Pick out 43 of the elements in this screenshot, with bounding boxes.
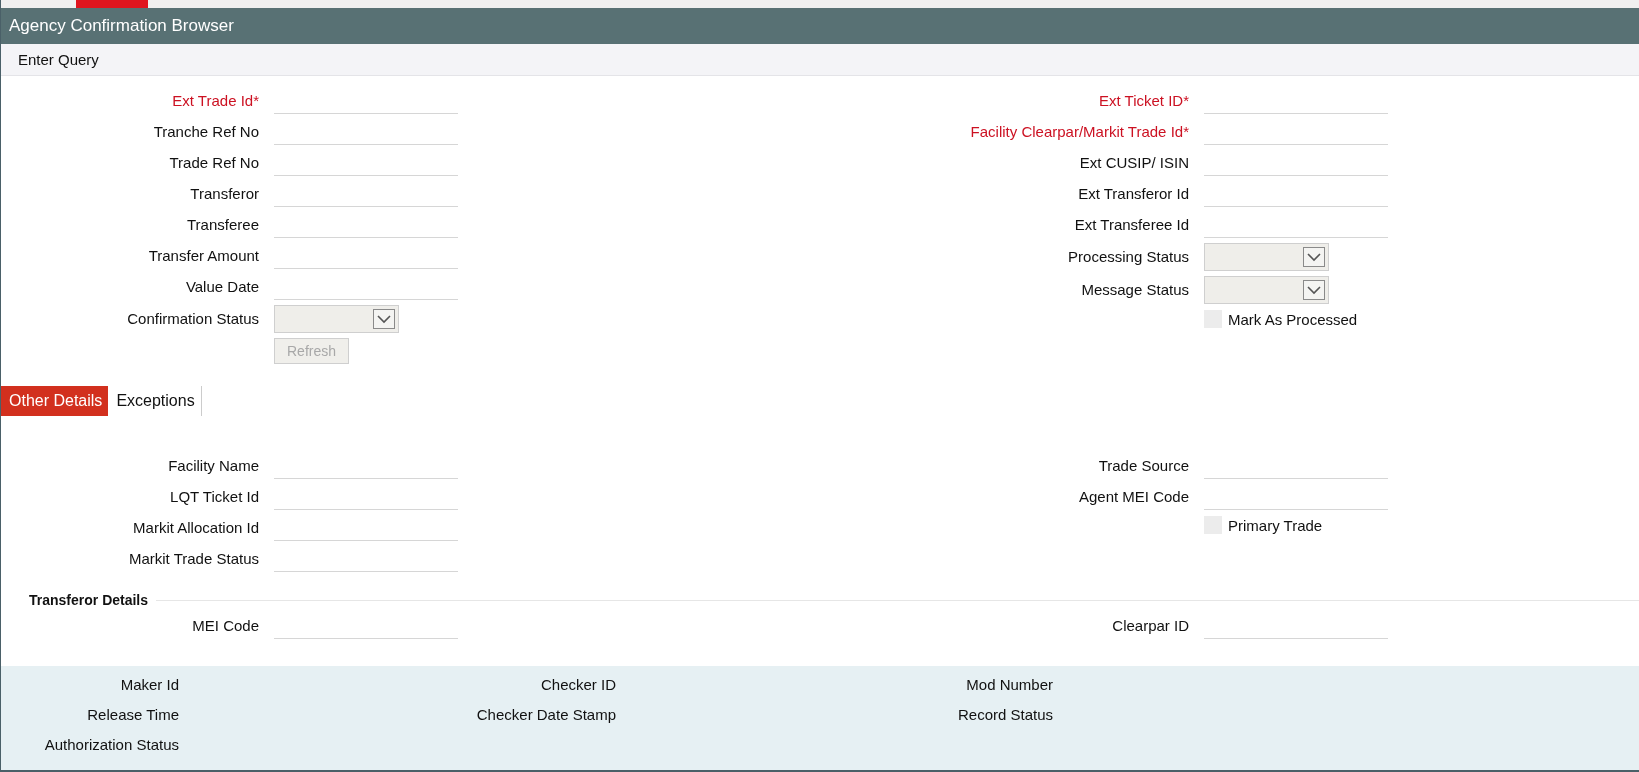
field-label: Value Date [184, 278, 259, 295]
chevron-down-icon [1303, 279, 1325, 300]
field-label: Tranche Ref No [152, 123, 259, 140]
tab[interactable]: Other Details [1, 386, 109, 416]
audit-label: Checker ID [540, 675, 616, 695]
section-title: Transferor Details [29, 592, 149, 608]
dropdown[interactable] [274, 304, 399, 333]
active-page-marker [76, 0, 148, 8]
field-label: Facility Name [167, 457, 259, 474]
field-label: Trade Source [1097, 457, 1189, 474]
chevron-down-icon [373, 308, 395, 329]
field-label: Markit Allocation Id [132, 519, 259, 536]
field-label: Transferee [186, 216, 259, 233]
dropdown[interactable] [1204, 275, 1329, 304]
audit-label: Checker Date Stamp [476, 705, 616, 725]
window-title: Agency Confirmation Browser [1, 8, 1639, 44]
field-label: Clearpar ID [1111, 617, 1189, 634]
field-label: LQT Ticket Id [169, 488, 259, 505]
field-label: Transfer Amount [147, 247, 259, 264]
field-label: Ext Transferee Id [1073, 216, 1189, 233]
field-label: Ext CUSIP/ ISIN [1078, 154, 1189, 171]
field-label: Ext Ticket ID* [1097, 92, 1189, 109]
audit-label: Mod Number [966, 675, 1053, 695]
audit-label: Maker Id [120, 675, 179, 695]
field-label: Ext Transferor Id [1077, 185, 1189, 202]
field-label: Facility Clearpar/Markit Trade Id* [969, 123, 1189, 140]
field-label: Ext Trade Id* [171, 92, 259, 109]
field-label: Trade Ref No [168, 154, 259, 171]
enter-query-label: Enter Query [18, 51, 99, 68]
field-label: Confirmation Status [126, 310, 259, 327]
field-label: Transferor [189, 185, 259, 202]
checkbox-label: Mark As Processed [1228, 310, 1358, 328]
audit-label: Authorization Status [44, 735, 179, 755]
checkbox-label: Primary Trade [1228, 516, 1323, 534]
field-label: Message Status [1080, 281, 1189, 298]
field-label: Markit Trade Status [127, 550, 259, 567]
field-label: Agent MEI Code [1077, 488, 1189, 505]
audit-label: Release Time [87, 705, 179, 725]
audit-label: Record Status [957, 705, 1053, 725]
field-label: Processing Status [1067, 248, 1189, 265]
field-label: MEI Code [191, 617, 259, 634]
dropdown[interactable] [1204, 242, 1329, 271]
chevron-down-icon [1303, 246, 1325, 267]
